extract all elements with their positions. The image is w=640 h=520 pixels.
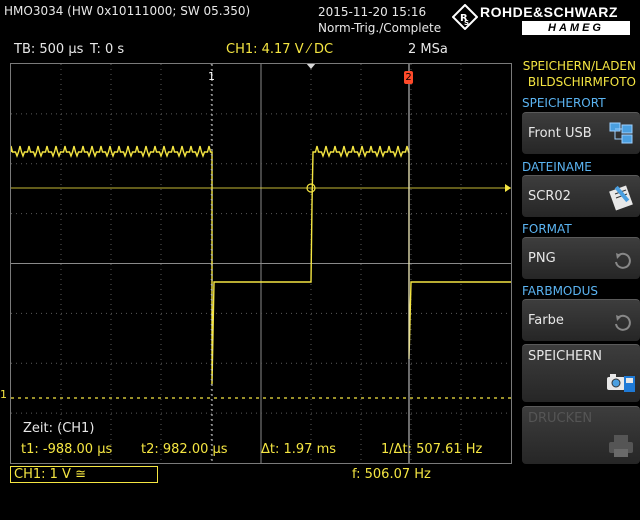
datetime-block: 2015-11-20 15:16 Norm-Trig./Complete: [318, 4, 441, 36]
format-value: PNG: [528, 251, 556, 266]
colormode-label: FARBMODUS: [522, 284, 599, 298]
ground-marker-icon[interactable]: 1: [0, 388, 10, 402]
frequency-readout: f: 506.07 Hz: [352, 467, 431, 482]
menu-title: SPEICHERN/LADEN: [522, 59, 636, 73]
cursor-inverse-delta-t: 1/Δt: 507.61 Hz: [381, 442, 483, 457]
cursor-t1: t1: -988.00 µs: [21, 442, 113, 457]
waveform-screen[interactable]: 1 2 Zeit: (CH1) t1: -988.00 µs t2: 982.0…: [10, 63, 512, 464]
storage-label: SPEICHERORT: [522, 96, 606, 110]
colormode-button[interactable]: Farbe: [522, 299, 640, 341]
brand-sub: HAMEG: [522, 21, 630, 35]
trigger-position-icon[interactable]: [306, 64, 316, 69]
rs-diamond-icon: R S: [452, 4, 478, 30]
trigger-time: T: 0 s: [90, 42, 125, 57]
filename-label: DATEINAME: [522, 160, 592, 174]
format-label: FORMAT: [522, 222, 572, 236]
format-button[interactable]: PNG: [522, 237, 640, 279]
edit-name-icon: [609, 185, 633, 211]
brand-name: ROHDE&SCHWARZ: [480, 4, 618, 20]
softkey-menu: SPEICHERN/LADEN BILDSCHIRMFOTO SPEICHERO…: [516, 40, 640, 520]
filename-button[interactable]: SCR02: [522, 175, 640, 217]
camera-save-icon: [607, 374, 635, 392]
cursor-t2: t2: 982.00 µs: [141, 442, 228, 457]
printer-icon: [609, 435, 633, 457]
cycle-arrow-icon: [615, 314, 631, 331]
cycle-arrow-icon: [615, 252, 631, 269]
bottom-bar: CH1: 1 V ≅ f: 506.07 Hz: [0, 464, 516, 486]
brand-logo: R S ROHDE&SCHWARZ HAMEG: [452, 2, 638, 36]
folder-tree-icon: [609, 122, 633, 144]
save-button[interactable]: SPEICHERN: [522, 344, 640, 402]
menu-subtitle: BILDSCHIRMFOTO: [527, 75, 636, 89]
storage-value: Front USB: [528, 126, 592, 141]
trigger-level-icon[interactable]: [505, 184, 511, 192]
datetime: 2015-11-20 15:16: [318, 5, 427, 19]
timebase[interactable]: TB: 500 µs: [14, 42, 83, 57]
cursor-source-label: Zeit: (CH1): [23, 421, 95, 436]
device-model: HMO3034 (HW 0x10111000; SW 05.350): [4, 4, 251, 18]
trigger-status: Norm-Trig./Complete: [318, 21, 442, 35]
colormode-value: Farbe: [528, 313, 564, 328]
cursor-1-label[interactable]: 1: [208, 70, 215, 83]
save-label: SPEICHERN: [528, 349, 602, 364]
svg-text:S: S: [464, 19, 469, 27]
print-button[interactable]: DRUCKEN: [522, 406, 640, 464]
print-label: DRUCKEN: [528, 411, 593, 426]
grid: [11, 64, 511, 463]
filename-value: SCR02: [528, 189, 571, 204]
waveform-svg: [11, 64, 511, 463]
cursor-delta-t: Δt: 1.97 ms: [261, 442, 337, 457]
status-line: TB: 500 µs T: 0 s CH1: 4.17 V ⁄ DC 2 MSa: [0, 40, 516, 60]
top-bar: HMO3034 (HW 0x10111000; SW 05.350) 2015-…: [0, 0, 640, 38]
sample-rate: 2 MSa: [408, 42, 448, 57]
storage-button[interactable]: Front USB: [522, 112, 640, 154]
cursor-2-label[interactable]: 2: [404, 71, 413, 84]
ch1-scale-badge[interactable]: CH1: 1 V ≅: [10, 466, 158, 483]
channel-info[interactable]: CH1: 4.17 V ⁄ DC: [226, 42, 333, 57]
